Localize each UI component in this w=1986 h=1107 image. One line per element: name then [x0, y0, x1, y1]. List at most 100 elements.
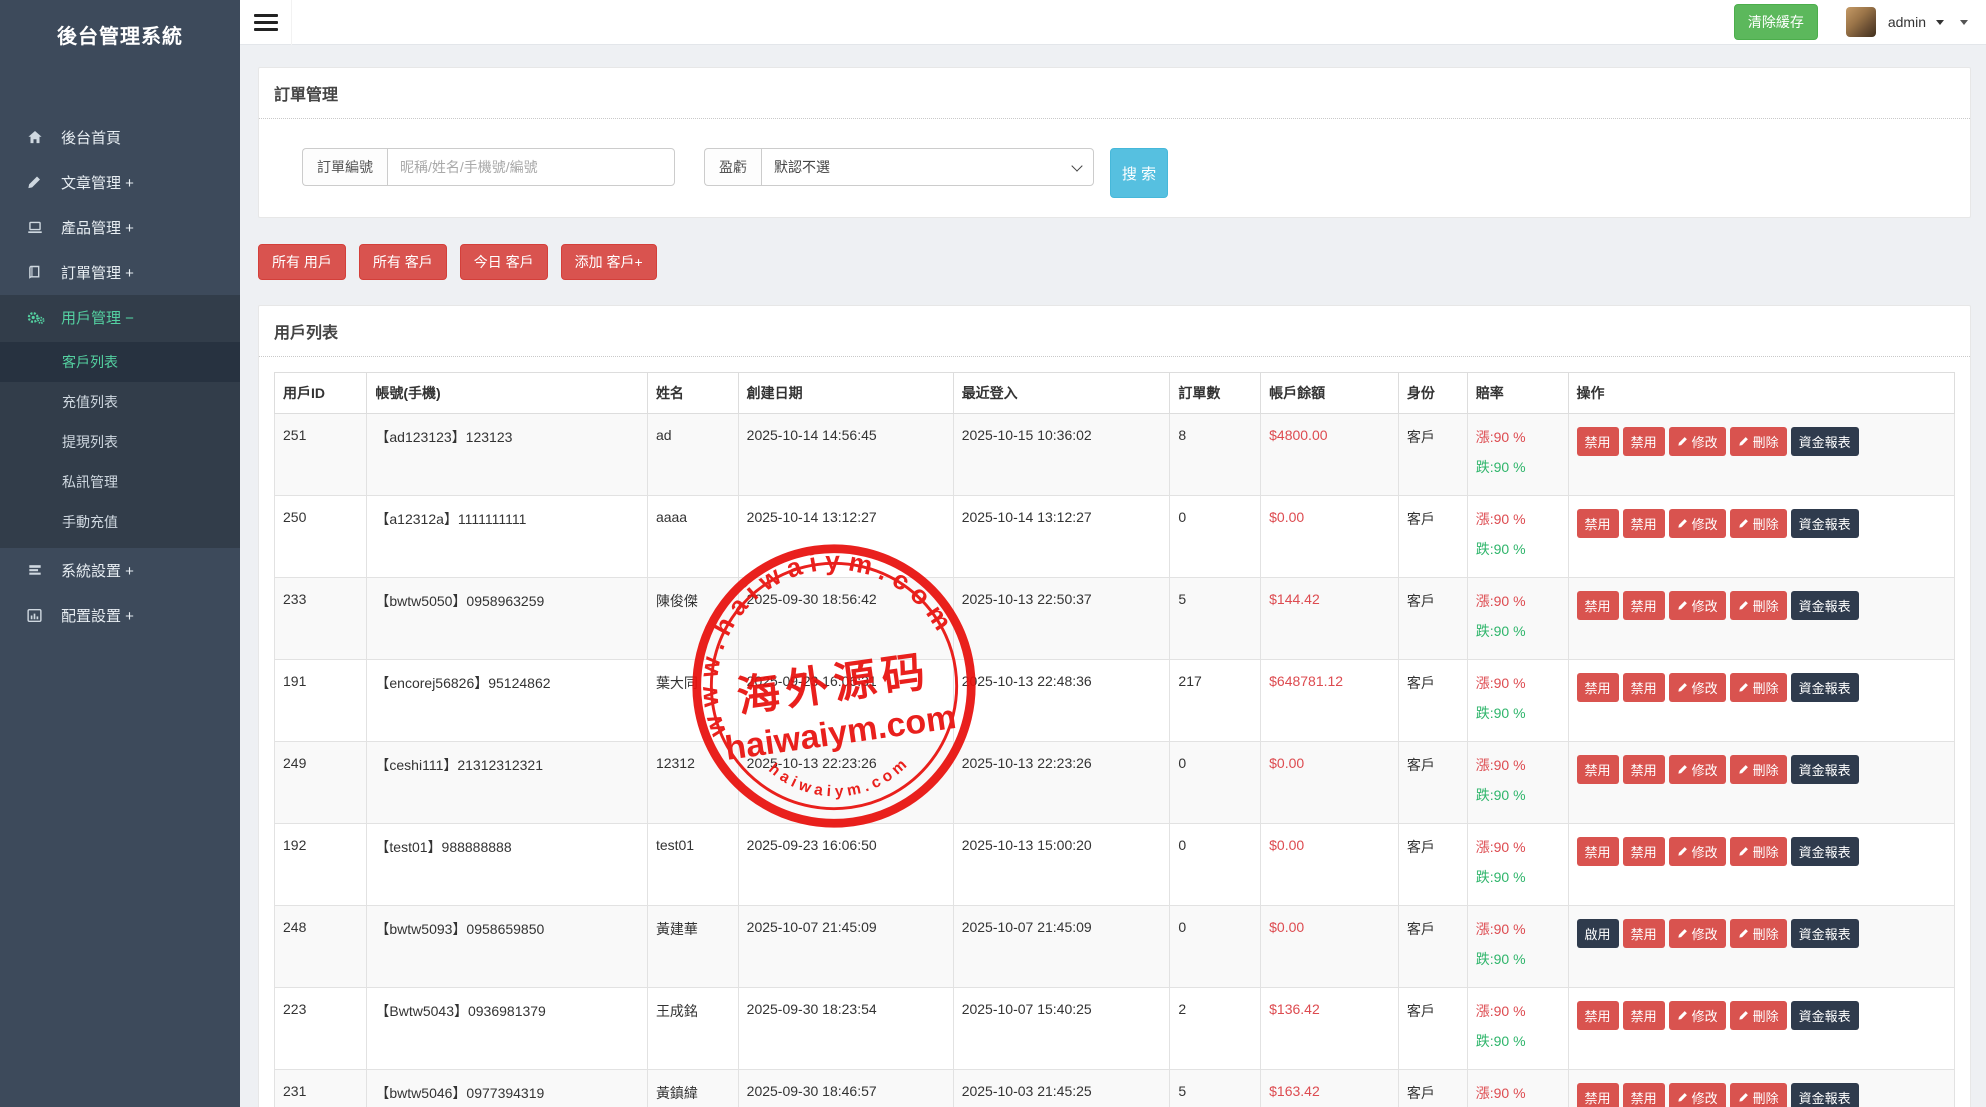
pencil-icon — [1738, 600, 1749, 611]
caret-down-icon[interactable] — [1960, 20, 1968, 25]
fund-report-button[interactable]: 資金報表 — [1791, 755, 1859, 784]
clear-cache-button[interactable]: 清除緩存 — [1734, 4, 1818, 40]
ban-button[interactable]: 禁用 — [1623, 755, 1665, 784]
topbar-right: 清除緩存 admin — [1734, 4, 1986, 40]
cell-created-date: 2025-09-23 16:06:31 — [738, 660, 953, 742]
delete-button[interactable]: 刪除 — [1730, 919, 1787, 948]
ban-button[interactable]: 禁用 — [1623, 591, 1665, 620]
fund-report-button[interactable]: 資金報表 — [1791, 1083, 1859, 1107]
cell-role: 客戶 — [1398, 742, 1467, 824]
edit-button[interactable]: 修改 — [1669, 837, 1726, 866]
edit-button[interactable]: 修改 — [1669, 427, 1726, 456]
pencil-icon — [1677, 682, 1688, 693]
cell-rate: 漲:90 %跌:90 % — [1467, 988, 1568, 1070]
ban-button[interactable]: 禁用 — [1623, 509, 1665, 538]
sidebar-subitem-3[interactable]: 私訊管理 — [0, 462, 240, 502]
cell-last-login: 2025-10-13 22:48:36 — [953, 660, 1170, 742]
cell-name: test01 — [647, 824, 738, 906]
fund-report-button[interactable]: 資金報表 — [1791, 591, 1859, 620]
fund-report-button[interactable]: 資金報表 — [1791, 427, 1859, 456]
search-button[interactable]: 搜 索 — [1110, 148, 1168, 198]
disable-button[interactable]: 禁用 — [1577, 427, 1619, 456]
cell-last-login: 2025-10-14 13:12:27 — [953, 496, 1170, 578]
delete-button[interactable]: 刪除 — [1730, 837, 1787, 866]
cell-order-count: 0 — [1170, 824, 1261, 906]
ban-button[interactable]: 禁用 — [1623, 1083, 1665, 1107]
edit-button[interactable]: 修改 — [1669, 1001, 1726, 1030]
edit-button[interactable]: 修改 — [1669, 1083, 1726, 1107]
ban-button[interactable]: 禁用 — [1623, 837, 1665, 866]
cell-role: 客戶 — [1398, 578, 1467, 660]
disable-button[interactable]: 禁用 — [1577, 755, 1619, 784]
hamburger-menu-icon[interactable] — [240, 0, 292, 45]
disable-button[interactable]: 禁用 — [1577, 1083, 1619, 1107]
content: 訂單管理 訂單編號 盈虧 默認不選 — [240, 45, 1986, 1107]
edit-button[interactable]: 修改 — [1669, 673, 1726, 702]
pencil-icon — [1677, 436, 1688, 447]
action-button-3[interactable]: 添加 客戶+ — [561, 244, 657, 280]
sidebar-subitem-2[interactable]: 提現列表 — [0, 422, 240, 462]
disable-button[interactable]: 禁用 — [1577, 673, 1619, 702]
ban-button[interactable]: 禁用 — [1623, 919, 1665, 948]
sidebar-subitem-1[interactable]: 充值列表 — [0, 382, 240, 422]
disable-button[interactable]: 禁用 — [1577, 837, 1619, 866]
ban-button[interactable]: 禁用 — [1623, 1001, 1665, 1030]
edit-button[interactable]: 修改 — [1669, 755, 1726, 784]
table-row: 250【a12312a】1111111111aaaa2025-10-14 13:… — [275, 496, 1955, 578]
cell-rate: 漲:90 %跌:90 % — [1467, 1070, 1568, 1107]
edit-button[interactable]: 修改 — [1669, 591, 1726, 620]
fund-report-button[interactable]: 資金報表 — [1791, 1001, 1859, 1030]
ban-button[interactable]: 禁用 — [1623, 673, 1665, 702]
delete-button[interactable]: 刪除 — [1730, 591, 1787, 620]
sidebar-item-4[interactable]: 用戶管理 − — [0, 295, 240, 340]
cell-created-date: 2025-09-30 18:23:54 — [738, 988, 953, 1070]
table-row: 248【bwtw5093】0958659850黃建華2025-10-07 21:… — [275, 906, 1955, 988]
sidebar-subitem-4[interactable]: 手動充值 — [0, 502, 240, 542]
disable-button[interactable]: 禁用 — [1577, 509, 1619, 538]
delete-button[interactable]: 刪除 — [1730, 509, 1787, 538]
search-input[interactable] — [387, 148, 675, 186]
username-label[interactable]: admin — [1888, 14, 1926, 30]
sidebar-item-0[interactable]: 後台首頁 — [0, 115, 240, 160]
edit-button[interactable]: 修改 — [1669, 509, 1726, 538]
profit-select[interactable]: 默認不選 — [761, 148, 1094, 186]
delete-button[interactable]: 刪除 — [1730, 673, 1787, 702]
cell-created-date: 2025-10-07 21:45:09 — [738, 906, 953, 988]
disable-button[interactable]: 禁用 — [1577, 591, 1619, 620]
ban-button[interactable]: 禁用 — [1623, 427, 1665, 456]
avatar[interactable] — [1846, 7, 1876, 37]
enable-button[interactable]: 啟用 — [1577, 919, 1619, 948]
sidebar-subitem-0[interactable]: 客戶列表 — [0, 342, 240, 382]
sidebar-item-1[interactable]: 文章管理 + — [0, 160, 240, 205]
delete-button[interactable]: 刪除 — [1730, 1083, 1787, 1107]
cell-created-date: 2025-09-30 18:56:42 — [738, 578, 953, 660]
pencil-icon — [1677, 764, 1688, 775]
delete-button[interactable]: 刪除 — [1730, 1001, 1787, 1030]
caret-down-icon[interactable] — [1936, 20, 1944, 25]
cell-balance: $0.00 — [1261, 906, 1399, 988]
cell-operations: 禁用禁用修改刪除資金報表 — [1568, 496, 1954, 578]
order-panel-title: 訂單管理 — [259, 68, 1970, 119]
sidebar-item-3[interactable]: 訂單管理 + — [0, 250, 240, 295]
sidebar-item-label: 用戶管理 − — [61, 307, 134, 328]
fund-report-button[interactable]: 資金報表 — [1791, 837, 1859, 866]
delete-button[interactable]: 刪除 — [1730, 427, 1787, 456]
fund-report-button[interactable]: 資金報表 — [1791, 919, 1859, 948]
delete-button[interactable]: 刪除 — [1730, 755, 1787, 784]
action-button-0[interactable]: 所有 用戶 — [258, 244, 346, 280]
action-button-2[interactable]: 今日 客戶 — [460, 244, 548, 280]
edit-button[interactable]: 修改 — [1669, 919, 1726, 948]
sidebar-item-2[interactable]: 產品管理 + — [0, 205, 240, 250]
fund-report-button[interactable]: 資金報表 — [1791, 509, 1859, 538]
sidebar-item-5[interactable]: 系統設置 + — [0, 548, 240, 593]
order-management-panel: 訂單管理 訂單編號 盈虧 默認不選 — [258, 67, 1971, 218]
order-panel-body: 訂單編號 盈虧 默認不選 搜 索 — [259, 119, 1970, 217]
admin-screen: 後台管理系統 後台首頁文章管理 +產品管理 +訂單管理 +用戶管理 −客戶列表充… — [0, 0, 1986, 1107]
cell-last-login: 2025-10-07 15:40:25 — [953, 988, 1170, 1070]
user-panel-title: 用戶列表 — [259, 306, 1970, 357]
action-button-1[interactable]: 所有 客戶 — [359, 244, 447, 280]
disable-button[interactable]: 禁用 — [1577, 1001, 1619, 1030]
fund-report-button[interactable]: 資金報表 — [1791, 673, 1859, 702]
sidebar-item-6[interactable]: 配置設置 + — [0, 593, 240, 638]
cell-role: 客戶 — [1398, 496, 1467, 578]
